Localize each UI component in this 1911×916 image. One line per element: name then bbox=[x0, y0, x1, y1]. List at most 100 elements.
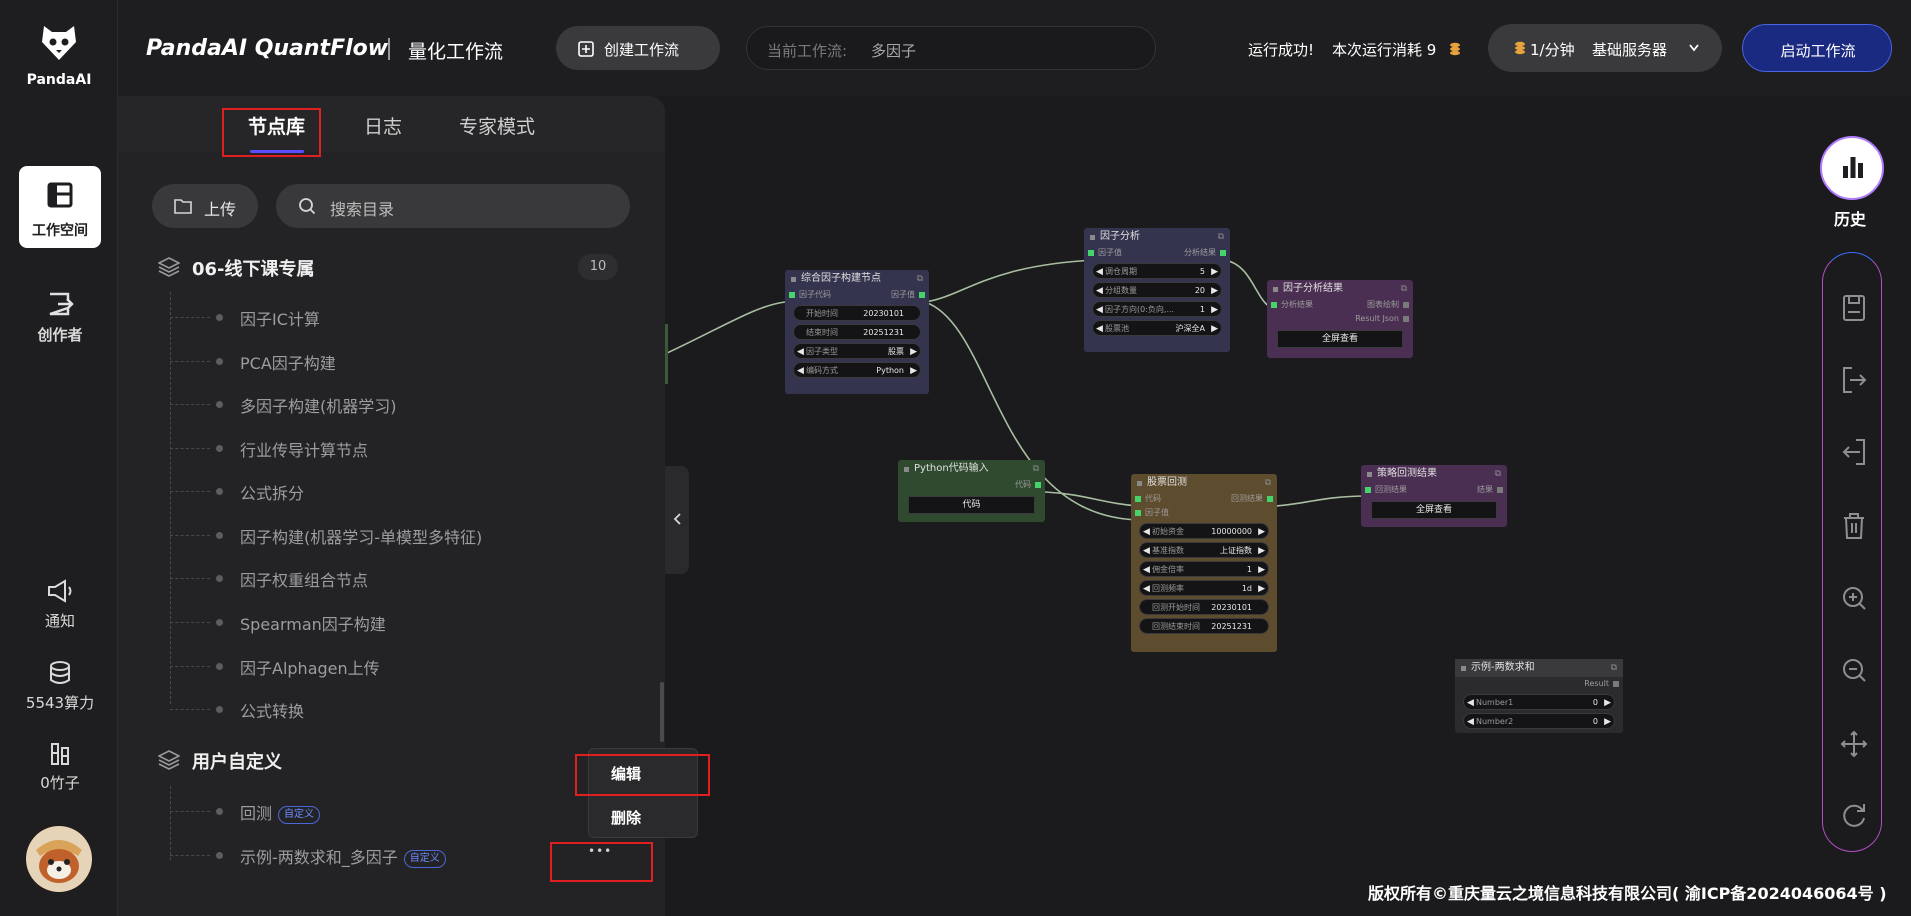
edge-backtest-to-strategy bbox=[1274, 495, 1368, 507]
output-port[interactable] bbox=[919, 292, 925, 298]
node-backtest[interactable]: 股票回测⧉ 代码 回测结果 因子值 初始资金10000000 基准指数上证指数 … bbox=[1131, 474, 1277, 652]
workflow-canvas[interactable]: 综合因子构建节点 ⧉ 因子代码 因子值 开始时间 20230101 结束时间 2025… bbox=[665, 96, 1911, 916]
input-port[interactable] bbox=[1135, 510, 1141, 516]
param-field[interactable]: 结束时间 20251231 bbox=[793, 324, 921, 340]
list-item[interactable]: 因子构建(机器学习-单模型多特征) bbox=[118, 520, 618, 550]
bamboo-nav[interactable]: 0竹子 bbox=[19, 742, 101, 793]
param-select[interactable]: 股票池 沪深全A bbox=[1092, 320, 1222, 337]
tab-expert-mode[interactable]: 专家模式 bbox=[459, 112, 535, 139]
param-field[interactable]: 开始时间 20230101 bbox=[793, 305, 921, 321]
list-item[interactable]: Spearman因子构建 bbox=[118, 607, 618, 637]
param-stepper[interactable]: Number2 0 bbox=[1463, 713, 1615, 730]
list-item[interactable]: 多因子构建(机器学习) bbox=[118, 389, 618, 419]
list-item[interactable]: 行业传导计算节点 bbox=[118, 433, 618, 463]
external-link-icon[interactable]: ⧉ bbox=[1495, 465, 1501, 483]
input-port[interactable] bbox=[1271, 302, 1277, 308]
group-header[interactable]: 用户自定义 bbox=[158, 747, 458, 777]
input-port[interactable] bbox=[1365, 487, 1371, 493]
history-button[interactable] bbox=[1820, 136, 1884, 200]
notify-nav[interactable]: 通知 bbox=[19, 578, 101, 631]
list-item[interactable]: 因子IC计算 bbox=[118, 302, 618, 332]
server-select[interactable]: 1/分钟 基础服务器 bbox=[1488, 24, 1722, 72]
input-port[interactable] bbox=[1135, 496, 1141, 502]
output-port[interactable] bbox=[1497, 487, 1503, 493]
refresh-icon[interactable] bbox=[1834, 796, 1874, 836]
input-port[interactable] bbox=[1088, 250, 1094, 256]
param-value: 股票 bbox=[888, 347, 904, 356]
list-item[interactable]: 公式拆分 bbox=[118, 476, 618, 506]
node-strategy-result[interactable]: 策略回测结果 ⧉ 回测结果 结果 全屏查看 bbox=[1361, 465, 1507, 527]
group-count-badge: 10 bbox=[578, 254, 618, 280]
workspace-nav[interactable]: 工作空间 bbox=[19, 166, 101, 248]
external-link-icon[interactable]: ⧉ bbox=[1265, 474, 1271, 492]
list-item[interactable]: 公式转换 bbox=[118, 694, 618, 724]
node-python-input[interactable]: Python代码输入 ⧉ 代码 代码 bbox=[898, 460, 1045, 522]
external-link-icon[interactable]: ⧉ bbox=[1611, 659, 1617, 677]
external-link-icon[interactable]: ⧉ bbox=[917, 270, 923, 288]
zoom-out-icon[interactable] bbox=[1834, 650, 1874, 690]
external-link-icon[interactable]: ⧉ bbox=[1218, 228, 1224, 246]
node-sum-example[interactable]: 示例-两数求和 ⧉ Result Number1 0 Number2 0 bbox=[1455, 659, 1623, 733]
export-icon[interactable] bbox=[1834, 360, 1874, 400]
list-item[interactable]: PCA因子构建 bbox=[118, 346, 618, 376]
param-select[interactable]: 回测频率 1d bbox=[1139, 580, 1269, 597]
node-factor-analysis[interactable]: 因子分析 ⧉ 因子值 分析结果 调仓周期 5 分组数量 20 因子方向(0:负向,..… bbox=[1084, 228, 1230, 352]
port-label: 代码 bbox=[1145, 494, 1161, 503]
param-select[interactable]: 因子类型 股票 bbox=[793, 343, 921, 360]
node-factor-build[interactable]: 综合因子构建节点 ⧉ 因子代码 因子值 开始时间 20230101 结束时间 2025… bbox=[785, 270, 929, 394]
param-stepper[interactable]: 调仓周期 5 bbox=[1092, 263, 1222, 280]
param-stepper[interactable]: Number1 0 bbox=[1463, 694, 1615, 711]
trash-icon[interactable] bbox=[1834, 506, 1874, 546]
current-workflow-field[interactable]: 当前工作流: 多因子 bbox=[746, 26, 1156, 70]
menu-item-delete[interactable]: 删除 bbox=[611, 807, 641, 828]
compute-nav[interactable]: 5543算力 bbox=[19, 660, 101, 713]
panel-scrollbar[interactable] bbox=[660, 682, 664, 742]
input-port[interactable] bbox=[789, 292, 795, 298]
param-stepper[interactable]: 分组数量 20 bbox=[1092, 282, 1222, 299]
code-edit-button[interactable]: 代码 bbox=[908, 496, 1035, 514]
param-select[interactable]: 基准指数 上证指数 bbox=[1139, 542, 1269, 559]
panda-logo-icon bbox=[42, 26, 76, 60]
list-item[interactable]: 因子权重组合节点 bbox=[118, 563, 618, 593]
tree-connector bbox=[170, 811, 210, 812]
external-link-icon[interactable]: ⧉ bbox=[1401, 280, 1407, 298]
start-workflow-button[interactable]: 启动工作流 bbox=[1742, 24, 1892, 72]
move-icon[interactable] bbox=[1834, 724, 1874, 764]
save-icon[interactable] bbox=[1834, 288, 1874, 328]
item-label: 因子IC计算 bbox=[240, 310, 320, 329]
rate-text: 1/分钟 bbox=[1530, 41, 1575, 59]
list-item[interactable]: 因子Alphagen上传 bbox=[118, 651, 618, 681]
node-factor-result[interactable]: 因子分析结果 ⧉ 分析结果 图表绘制 Result Json 全屏查看 bbox=[1267, 280, 1413, 358]
import-icon[interactable] bbox=[1834, 432, 1874, 472]
search-input[interactable]: 搜索目录 bbox=[276, 184, 630, 228]
creator-nav[interactable]: 创作者 bbox=[19, 290, 101, 345]
port-row: 因子代码 因子值 bbox=[785, 288, 929, 302]
output-port[interactable] bbox=[1613, 681, 1619, 687]
list-item[interactable]: 示例-两数求和_多因子 自定义 bbox=[118, 840, 618, 870]
output-port[interactable] bbox=[1267, 496, 1273, 502]
panel-collapse-handle[interactable] bbox=[665, 466, 689, 574]
output-port[interactable] bbox=[1403, 316, 1409, 322]
zoom-in-icon[interactable] bbox=[1834, 578, 1874, 618]
param-field[interactable]: 回测结束时间 20251231 bbox=[1139, 618, 1269, 634]
create-workflow-button[interactable]: 创建工作流 bbox=[556, 26, 720, 70]
upload-button[interactable]: 上传 bbox=[152, 184, 258, 228]
group-header[interactable]: 06-线下课专属 10 bbox=[158, 254, 618, 284]
avatar[interactable] bbox=[26, 826, 92, 892]
output-port[interactable] bbox=[1035, 482, 1041, 488]
fullscreen-view-button[interactable]: 全屏查看 bbox=[1277, 330, 1403, 348]
chevron-down-icon bbox=[1689, 44, 1699, 52]
external-link-icon[interactable]: ⧉ bbox=[1033, 460, 1039, 478]
output-port[interactable] bbox=[1220, 250, 1226, 256]
fullscreen-view-button[interactable]: 全屏查看 bbox=[1371, 501, 1497, 519]
list-item[interactable]: 回测 自定义 bbox=[118, 796, 618, 826]
panda-logo[interactable] bbox=[36, 18, 82, 64]
tab-log[interactable]: 日志 bbox=[364, 112, 402, 139]
tree-dot bbox=[216, 575, 223, 582]
output-port[interactable] bbox=[1403, 302, 1409, 308]
param-field[interactable]: 回测开始时间 20230101 bbox=[1139, 599, 1269, 615]
param-stepper[interactable]: 初始资金 10000000 bbox=[1139, 523, 1269, 540]
param-stepper[interactable]: 佣金倍率 1 bbox=[1139, 561, 1269, 578]
param-select[interactable]: 编码方式 Python bbox=[793, 362, 921, 379]
param-stepper[interactable]: 因子方向(0:负向,... 1 bbox=[1092, 301, 1222, 318]
